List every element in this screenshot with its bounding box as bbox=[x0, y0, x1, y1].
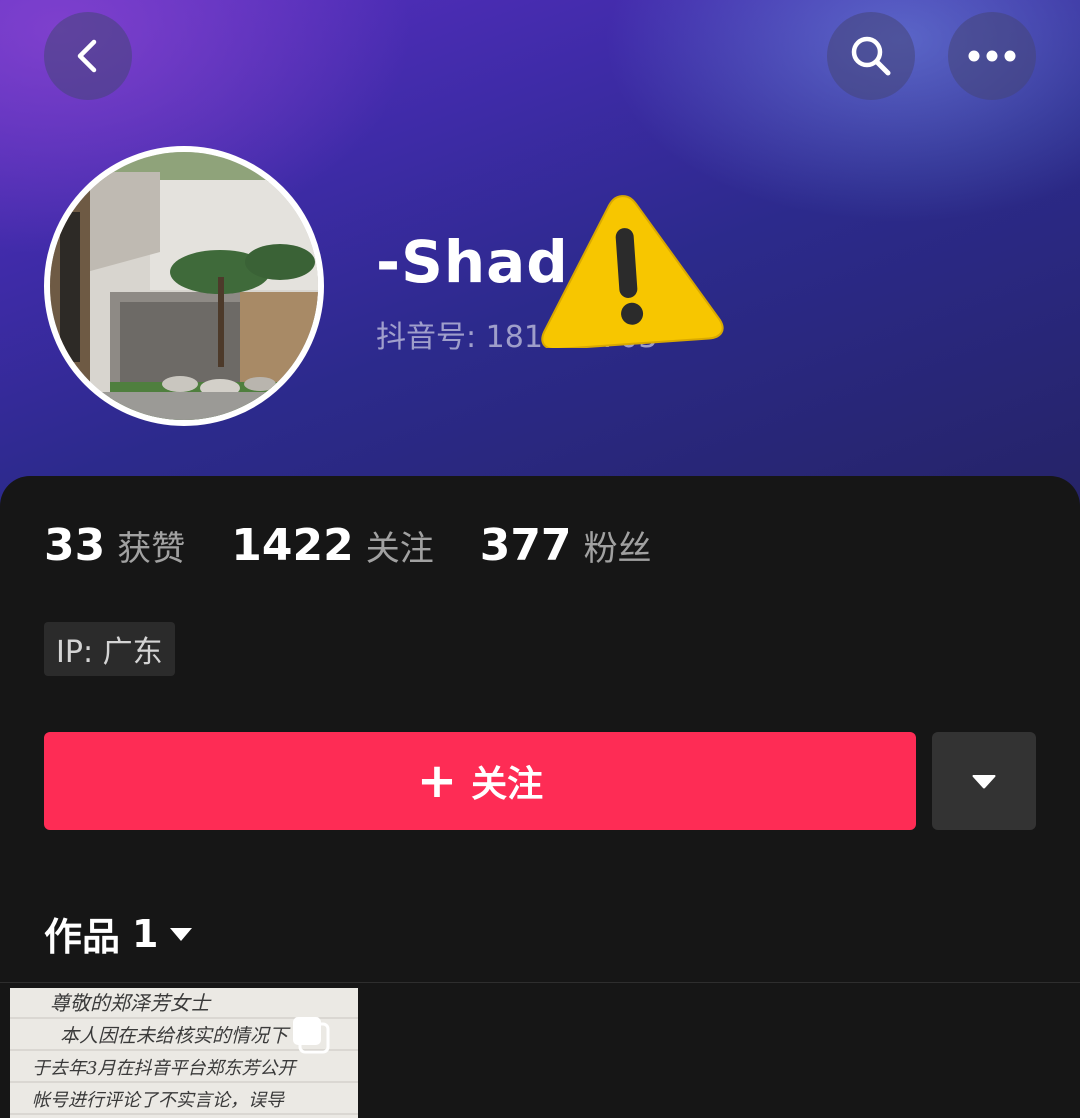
divider bbox=[0, 982, 1080, 983]
works-label: 作品 bbox=[44, 915, 121, 959]
avatar-image bbox=[50, 152, 318, 420]
stat-value: 33 bbox=[44, 520, 106, 571]
follow-label: 关注 bbox=[471, 764, 544, 805]
stat-following[interactable]: 1422 关注 bbox=[231, 520, 433, 571]
svg-text:本人因在未给核实的情况下: 本人因在未给核实的情况下 bbox=[60, 1025, 291, 1047]
multi-image-icon bbox=[293, 1017, 330, 1054]
caret-down-icon bbox=[972, 775, 996, 789]
svg-text:帐号进行评论了不实言论，误导: 帐号进行评论了不实言论，误导 bbox=[32, 1090, 285, 1111]
stats-row: 33 获赞 1422 关注 377 粉丝 bbox=[44, 520, 698, 571]
search-icon bbox=[851, 36, 891, 76]
profile-header: -Shad 抖音号: 181070703 bbox=[0, 0, 1080, 520]
search-button[interactable] bbox=[827, 12, 915, 100]
works-count: 1 bbox=[132, 911, 159, 956]
ip-location-badge: IP: 广东 bbox=[44, 622, 175, 676]
stat-label: 获赞 bbox=[117, 529, 186, 569]
tab-works[interactable]: 作品 1 bbox=[44, 906, 194, 961]
stat-value: 1422 bbox=[231, 520, 354, 571]
stat-likes[interactable]: 33 获赞 bbox=[44, 520, 185, 571]
stat-label: 关注 bbox=[365, 529, 434, 569]
follow-button[interactable]: + 关注 bbox=[44, 732, 916, 830]
video-thumbnail[interactable]: 尊敬的郑泽芳女士 本人因在未给核实的情况下 于去年3月在抖音平台郑东芳公开 帐号… bbox=[10, 988, 358, 1118]
warning-triangle-icon bbox=[541, 195, 724, 348]
more-button[interactable] bbox=[948, 12, 1036, 100]
stat-followers[interactable]: 377 粉丝 bbox=[480, 520, 652, 571]
more-horizontal-icon bbox=[968, 50, 1016, 62]
chevron-left-icon bbox=[77, 39, 97, 73]
recommend-dropdown-button[interactable] bbox=[932, 732, 1036, 830]
svg-text:尊敬的郑泽芳女士: 尊敬的郑泽芳女士 bbox=[50, 991, 212, 1015]
profile-panel: 33 获赞 1422 关注 377 粉丝 IP: 广东 + 关注 作品 1 尊敬… bbox=[0, 476, 1080, 1118]
plus-icon: + bbox=[416, 753, 458, 809]
svg-text:于去年3月在抖音平台郑东芳公开: 于去年3月在抖音平台郑东芳公开 bbox=[32, 1058, 298, 1079]
caret-down-icon bbox=[170, 927, 193, 941]
avatar[interactable] bbox=[44, 146, 324, 426]
back-button[interactable] bbox=[44, 12, 132, 100]
stat-value: 377 bbox=[479, 520, 572, 571]
stat-label: 粉丝 bbox=[583, 529, 652, 569]
